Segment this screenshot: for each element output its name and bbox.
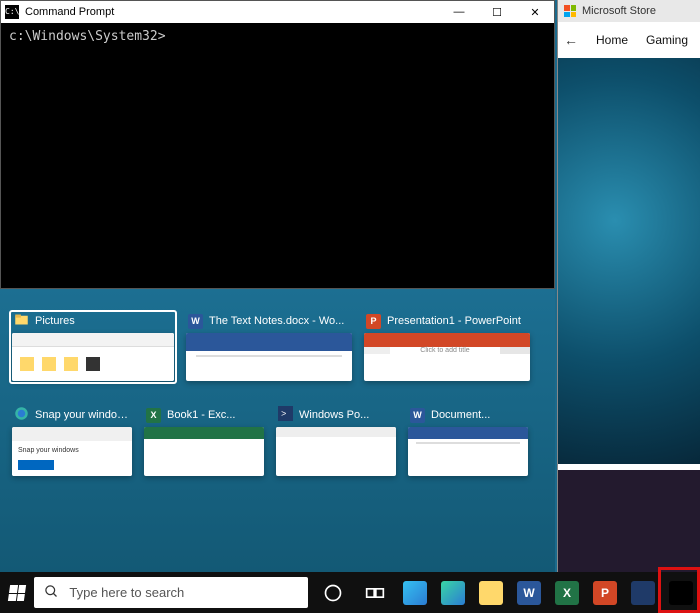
- snap-tile-header: Snap your windows and 1...: [12, 407, 132, 427]
- search-icon: [44, 584, 59, 602]
- snap-tile-label: Windows Po...: [299, 409, 394, 421]
- powershell-icon: [631, 581, 655, 605]
- back-button[interactable]: ←: [564, 32, 578, 48]
- snap-tile-label: The Text Notes.docx - Wo...: [209, 315, 350, 327]
- edge-dev-icon: [441, 581, 465, 605]
- snap-tile-label: Document...: [431, 409, 526, 421]
- taskbar-app-edge[interactable]: [396, 572, 434, 613]
- snap-tile-explorer[interactable]: Pictures: [10, 311, 176, 383]
- snap-tile-thumbnail: Click to add title: [364, 333, 530, 381]
- close-button[interactable]: ✕: [516, 1, 554, 23]
- task-view-button[interactable]: [354, 572, 396, 613]
- cmd-body[interactable]: c:\Windows\System32>: [1, 23, 554, 288]
- microsoft-store-window[interactable]: Microsoft Store ← Home Gaming: [557, 0, 700, 572]
- snap-tile-thumbnail: [276, 427, 396, 476]
- cmd-icon: [669, 581, 693, 605]
- taskbar-app-edge-dev[interactable]: [434, 572, 472, 613]
- start-button[interactable]: [0, 572, 34, 613]
- snap-tile-header: W Document...: [408, 407, 528, 427]
- snap-tile-header: Pictures: [12, 313, 174, 333]
- cmd-titlebar[interactable]: C:\ Command Prompt — ☐ ✕: [1, 1, 554, 23]
- search-placeholder: Type here to search: [69, 585, 184, 600]
- nav-home[interactable]: Home: [596, 33, 628, 47]
- word-icon: W: [517, 581, 541, 605]
- snap-tile-excel[interactable]: X Book1 - Exc...: [144, 407, 264, 476]
- ps-icon: >: [278, 406, 293, 424]
- windows-logo-icon: [8, 585, 26, 601]
- taskbar-app-powershell[interactable]: [624, 572, 662, 613]
- cmd-title: Command Prompt: [25, 6, 440, 18]
- taskbar-app-powerpoint[interactable]: P: [586, 572, 624, 613]
- cmd-icon: C:\: [5, 5, 19, 19]
- store-lower-panel: [558, 470, 700, 572]
- excel-icon: X: [146, 408, 161, 423]
- snap-tile-label: Pictures: [35, 315, 172, 327]
- edge-icon: [14, 406, 29, 424]
- maximize-button[interactable]: ☐: [478, 1, 516, 23]
- snap-tile-label: Book1 - Exc...: [167, 409, 262, 421]
- snap-tile-header: W The Text Notes.docx - Wo...: [186, 313, 352, 333]
- ppt-icon: P: [366, 314, 381, 329]
- store-nav: ← Home Gaming: [558, 22, 700, 58]
- taskbar-app-word[interactable]: W: [510, 572, 548, 613]
- cortana-button[interactable]: [312, 572, 354, 613]
- snap-tile-thumbnail: Snap your windows: [12, 427, 132, 476]
- store-hero-image: [558, 58, 700, 464]
- taskbar-app-file-explorer[interactable]: [472, 572, 510, 613]
- taskbar-search[interactable]: Type here to search: [34, 577, 308, 608]
- snap-assist-panel: Pictures W The Text Notes.docx - Wo... P Pre…: [0, 289, 555, 572]
- snap-tile-ppt[interactable]: P Presentation1 - PowerPoint Click to add …: [364, 313, 530, 381]
- word2-icon: W: [410, 408, 425, 423]
- powerpoint-icon: P: [593, 581, 617, 605]
- explorer-icon: [14, 312, 29, 330]
- minimize-button[interactable]: —: [440, 1, 478, 23]
- snap-tile-label: Snap your windows and 1...: [35, 409, 130, 421]
- snap-tile-ps[interactable]: > Windows Po...: [276, 407, 396, 476]
- word-icon: W: [188, 314, 203, 329]
- store-title-text: Microsoft Store: [582, 5, 656, 17]
- snap-tile-header: P Presentation1 - PowerPoint: [364, 313, 530, 333]
- cmd-prompt-text: c:\Windows\System32>: [9, 29, 166, 44]
- snap-tile-thumbnail: [186, 333, 352, 381]
- excel-icon: X: [555, 581, 579, 605]
- snap-tile-header: > Windows Po...: [276, 407, 396, 427]
- edge-icon: [403, 581, 427, 605]
- snap-tile-thumbnail: [12, 333, 174, 381]
- snap-tile-word2[interactable]: W Document...: [408, 407, 528, 476]
- store-titlebar[interactable]: Microsoft Store: [558, 0, 700, 22]
- nav-gaming[interactable]: Gaming: [646, 33, 688, 47]
- command-prompt-window[interactable]: C:\ Command Prompt — ☐ ✕ c:\Windows\Syst…: [0, 0, 555, 289]
- file-explorer-icon: [479, 581, 503, 605]
- svg-text:>: >: [281, 409, 286, 419]
- snap-tile-edge[interactable]: Snap your windows and 1... Snap your wind…: [12, 407, 132, 476]
- snap-tile-label: Presentation1 - PowerPoint: [387, 315, 528, 327]
- microsoft-logo-icon: [564, 5, 576, 17]
- snap-tile-thumbnail: [408, 427, 528, 476]
- snap-tile-header: X Book1 - Exc...: [144, 407, 264, 427]
- snap-tile-word[interactable]: W The Text Notes.docx - Wo...: [186, 313, 352, 381]
- taskbar: Type here to search WXP: [0, 572, 700, 613]
- taskbar-app-excel[interactable]: X: [548, 572, 586, 613]
- snap-tile-thumbnail: [144, 427, 264, 476]
- taskbar-app-cmd[interactable]: [662, 572, 700, 613]
